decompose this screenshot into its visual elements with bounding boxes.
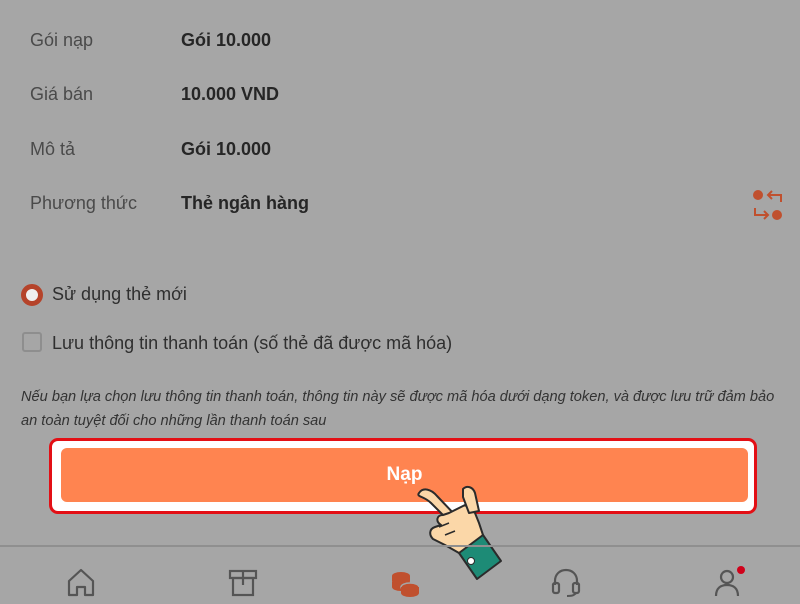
description-label: Mô tả xyxy=(30,139,76,159)
coins-icon[interactable] xyxy=(388,565,422,599)
method-label: Phương thức xyxy=(30,193,137,213)
save-info-note: Nếu bạn lựa chọn lưu thông tin thanh toá… xyxy=(21,389,775,429)
notification-badge xyxy=(737,566,745,574)
method-value: Thẻ ngân hàng xyxy=(181,193,309,213)
new-card-label: Sử dụng thẻ mới xyxy=(52,284,187,304)
price-label: Giá bán xyxy=(30,84,94,104)
save-info-checkbox[interactable] xyxy=(22,332,42,352)
price-value: 10.000 VND xyxy=(181,84,280,104)
swap-icon[interactable] xyxy=(750,186,786,226)
new-card-radio[interactable] xyxy=(21,284,43,306)
box-icon[interactable] xyxy=(226,565,260,599)
user-icon[interactable] xyxy=(711,565,745,599)
package-value: Gói 10.000 xyxy=(181,30,272,50)
description-value: Gói 10.000 xyxy=(181,139,272,159)
package-label: Gói nạp xyxy=(30,30,94,50)
save-info-label: Lưu thông tin thanh toán (số thẻ đã được… xyxy=(52,333,453,353)
bottom-navigation xyxy=(0,545,800,602)
headset-icon[interactable] xyxy=(549,565,583,599)
home-icon[interactable] xyxy=(64,565,98,599)
